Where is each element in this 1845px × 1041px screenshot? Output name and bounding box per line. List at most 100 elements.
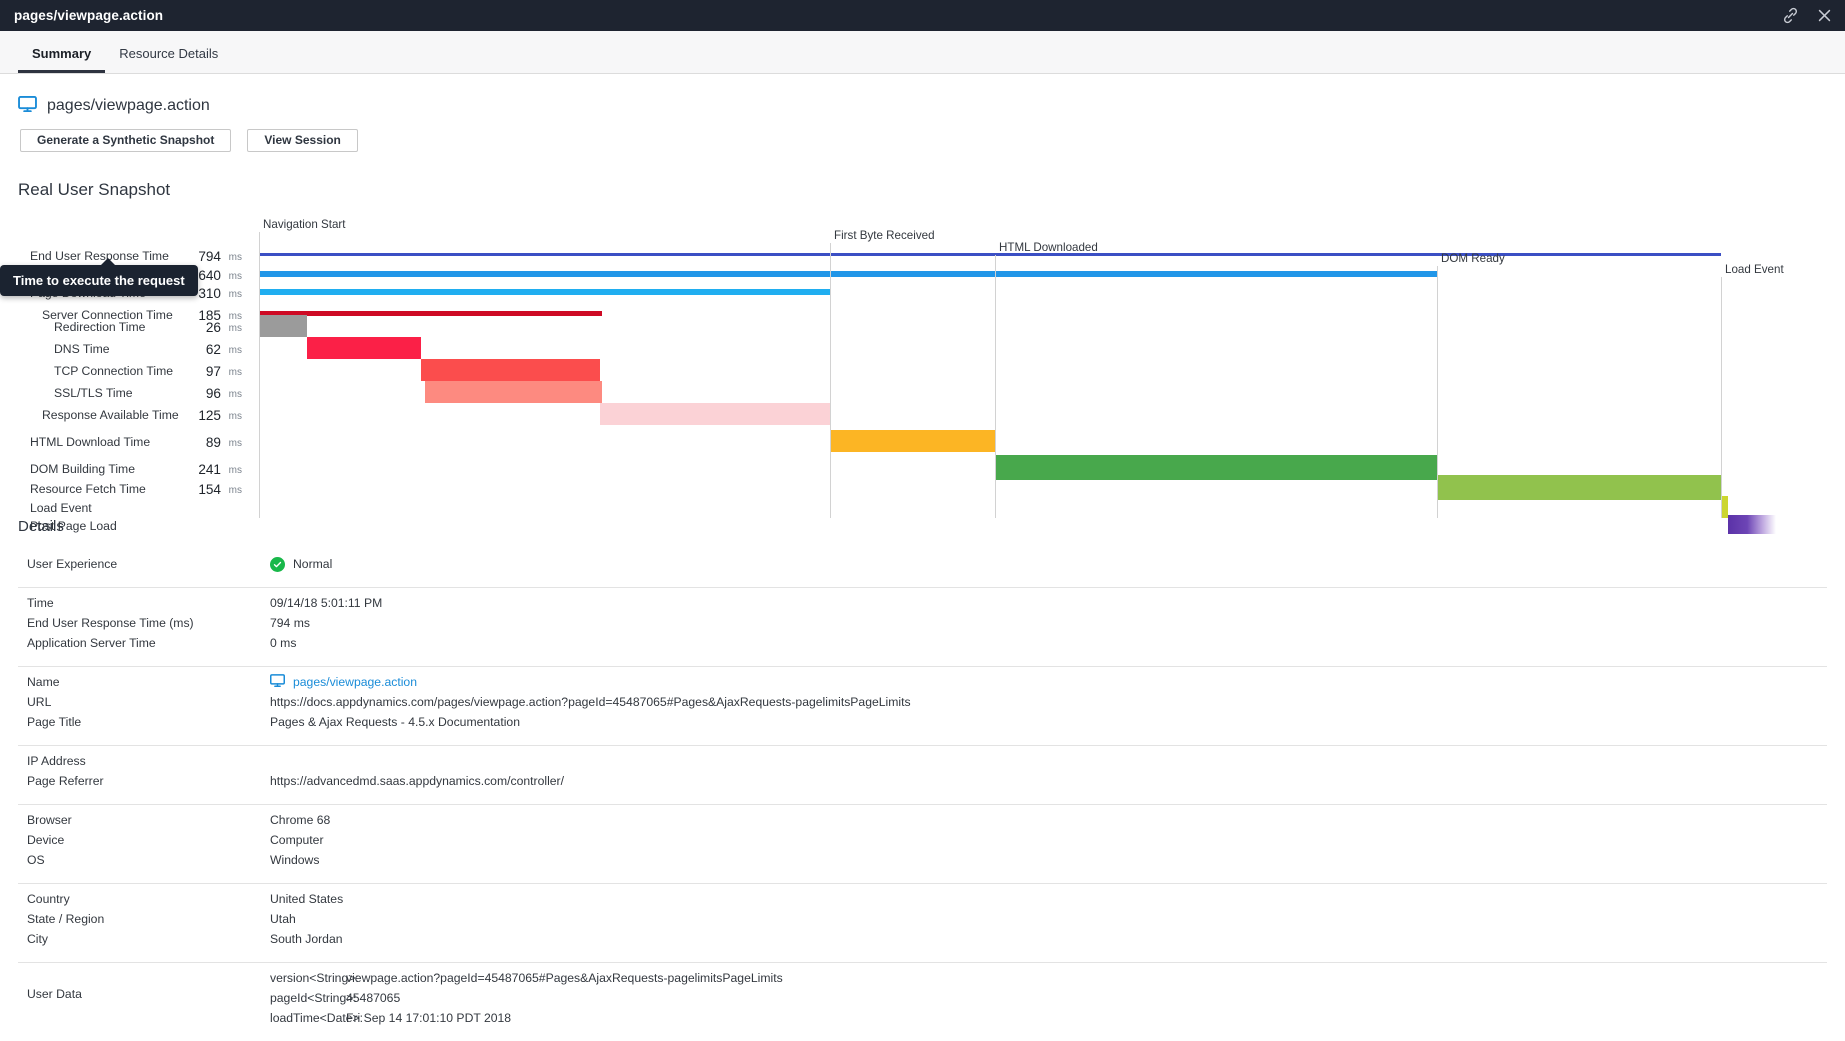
details-row-value: Utah — [270, 912, 296, 926]
waterfall-marker-label: Navigation Start — [263, 218, 346, 231]
waterfall-row-response-available-time: Response Available Time 125 ms — [0, 408, 259, 426]
waterfall-gridline — [830, 243, 831, 518]
user-data-row: pageId<String>: 45487065 — [270, 989, 783, 1007]
waterfall-bar[interactable] — [830, 430, 995, 452]
details-row-value: 794 ms — [270, 616, 310, 630]
details-row-value: https://advancedmd.saas.appdynamics.com/… — [270, 774, 564, 788]
user-data-group: User Data version<String>: viewpage.actio… — [18, 963, 1827, 1041]
details-row-key: Name — [27, 675, 60, 689]
waterfall-marker-label: HTML Downloaded — [999, 241, 1098, 254]
page-header-buttons: Generate a Synthetic Snapshot View Sessi… — [18, 129, 1845, 152]
waterfall-bar[interactable] — [995, 455, 1437, 480]
waterfall-marker-label: First Byte Received — [834, 229, 935, 242]
waterfall-bar[interactable] — [259, 271, 1437, 277]
details-row: Page Title Pages & Ajax Requests - 4.5.x … — [18, 713, 1827, 731]
details-row-key: OS — [27, 853, 45, 867]
view-session-button[interactable]: View Session — [247, 129, 358, 152]
details-row-value[interactable]: pages/viewpage.action — [270, 674, 417, 690]
details-row-key: Time — [27, 596, 54, 610]
tab-bar: Summary Resource Details — [0, 31, 1845, 74]
tab-summary[interactable]: Summary — [18, 46, 106, 73]
waterfall-gridline — [259, 232, 260, 518]
tab-resource-details[interactable]: Resource Details — [105, 47, 232, 73]
waterfall-bar[interactable] — [259, 311, 602, 316]
close-icon[interactable] — [1816, 7, 1833, 24]
details-row-key: Page Title — [27, 715, 82, 729]
details-row: URL https://docs.appdynamics.com/pages/vi… — [18, 693, 1827, 711]
monitor-icon — [270, 674, 285, 690]
details-row: Browser Chrome 68 — [18, 811, 1827, 829]
user-data-key: User Data — [27, 987, 82, 1001]
details-row-key: User Experience — [27, 557, 118, 571]
waterfall-row-redirection-time: Redirection Time 26 ms — [0, 320, 259, 338]
user-data-row-value: viewpage.action?pageId=45487065#Pages&Aj… — [346, 971, 783, 985]
waterfall-row-label: TCP Connection Time — [54, 364, 173, 378]
details-row: Application Server Time 0 ms — [18, 634, 1827, 652]
waterfall-row-dns-time: DNS Time 62 ms — [0, 342, 259, 360]
waterfall-row-label: DOM Building Time — [30, 462, 135, 476]
waterfall-row-value: 97 — [205, 364, 221, 379]
details-group: Time 09/14/18 5:01:11 PM End User Response… — [18, 588, 1827, 667]
waterfall-row-resource-fetch-time: Resource Fetch Time 154 ms — [0, 482, 259, 500]
details-row-value: 09/14/18 5:01:11 PM — [270, 596, 383, 610]
details-row-value: Pages & Ajax Requests - 4.5.x Documentat… — [270, 715, 520, 729]
waterfall-row-unit: ms — [228, 252, 242, 263]
details-row-key: Application Server Time — [27, 636, 156, 650]
generate-synthetic-snapshot-button[interactable]: Generate a Synthetic Snapshot — [20, 129, 232, 152]
details-row: Time 09/14/18 5:01:11 PM — [18, 594, 1827, 612]
details-groups: User Experience Normal Time 09/14/18 5:01:1… — [18, 549, 1827, 963]
user-data-row-value: 45487065 — [346, 991, 401, 1005]
waterfall-row-unit: ms — [228, 438, 242, 449]
user-data-row: version<String>: viewpage.action?pageId=4… — [270, 969, 783, 987]
waterfall-bar[interactable] — [600, 403, 830, 425]
details-row-value: Normal — [270, 556, 333, 572]
page-title: pages/viewpage.action — [47, 96, 210, 114]
link-icon[interactable] — [1781, 6, 1800, 25]
waterfall-bar[interactable] — [1721, 496, 1728, 518]
details-link-text[interactable]: pages/viewpage.action — [293, 675, 417, 689]
waterfall-row-unit: ms — [228, 465, 242, 476]
waterfall-bar[interactable] — [1728, 515, 1776, 534]
user-data-row-key: pageId<String>: — [270, 991, 357, 1005]
details-row: Country United States — [18, 890, 1827, 908]
waterfall-row-value: 96 — [205, 386, 221, 401]
user-data-row-key: version<String>: — [270, 971, 359, 985]
waterfall-row-label: Redirection Time — [54, 320, 146, 334]
waterfall-bar[interactable] — [259, 315, 307, 337]
waterfall-chart: End User Response Time794msDOM Ready Tim… — [0, 178, 1845, 534]
user-data-row: loadTime<Date>: Fri Sep 14 17:01:10 PDT 2… — [270, 1009, 783, 1027]
waterfall-plot-area: Navigation Start First Byte Received HTML … — [259, 178, 1845, 534]
waterfall-row-value: 241 — [198, 462, 221, 477]
waterfall-row-unit: ms — [228, 323, 242, 334]
details-row: Name pages/viewpage.action — [18, 673, 1827, 691]
waterfall-row-value: 26 — [205, 320, 221, 335]
waterfall-row-label: HTML Download Time — [30, 435, 151, 449]
waterfall-marker-label: Load Event — [1725, 263, 1784, 276]
tab-summary-label: Summary — [32, 46, 92, 61]
details-row-key: End User Response Time (ms) — [27, 616, 194, 630]
waterfall-row-unit: ms — [228, 485, 242, 496]
waterfall-bar[interactable] — [1437, 475, 1721, 500]
details-row-key: Page Referrer — [27, 774, 104, 788]
details-row: Device Computer — [18, 831, 1827, 849]
window-titlebar: pages/viewpage.action — [0, 0, 1845, 31]
waterfall-row-unit: ms — [228, 271, 242, 282]
details-row: OS Windows — [18, 851, 1827, 869]
waterfall-row-value: 89 — [205, 435, 221, 450]
status-badge: Normal — [293, 557, 333, 571]
waterfall-row-load-event: Load Event — [0, 501, 259, 519]
details-row-value: Windows — [270, 853, 320, 867]
details-row-value: Computer — [270, 833, 324, 847]
details-row-key: Country — [27, 892, 70, 906]
waterfall-row-unit: ms — [228, 367, 242, 378]
window-actions — [1781, 0, 1833, 31]
waterfall-row-unit: ms — [228, 389, 242, 400]
waterfall-bar[interactable] — [425, 381, 602, 403]
tab-resource-details-label: Resource Details — [119, 46, 219, 61]
waterfall-bar[interactable] — [259, 289, 830, 295]
details-row: State / Region Utah — [18, 910, 1827, 928]
waterfall-bar[interactable] — [421, 359, 600, 381]
waterfall-bar[interactable] — [307, 337, 421, 359]
waterfall-row-unit: ms — [228, 345, 242, 356]
details-row-key: Browser — [27, 813, 72, 827]
